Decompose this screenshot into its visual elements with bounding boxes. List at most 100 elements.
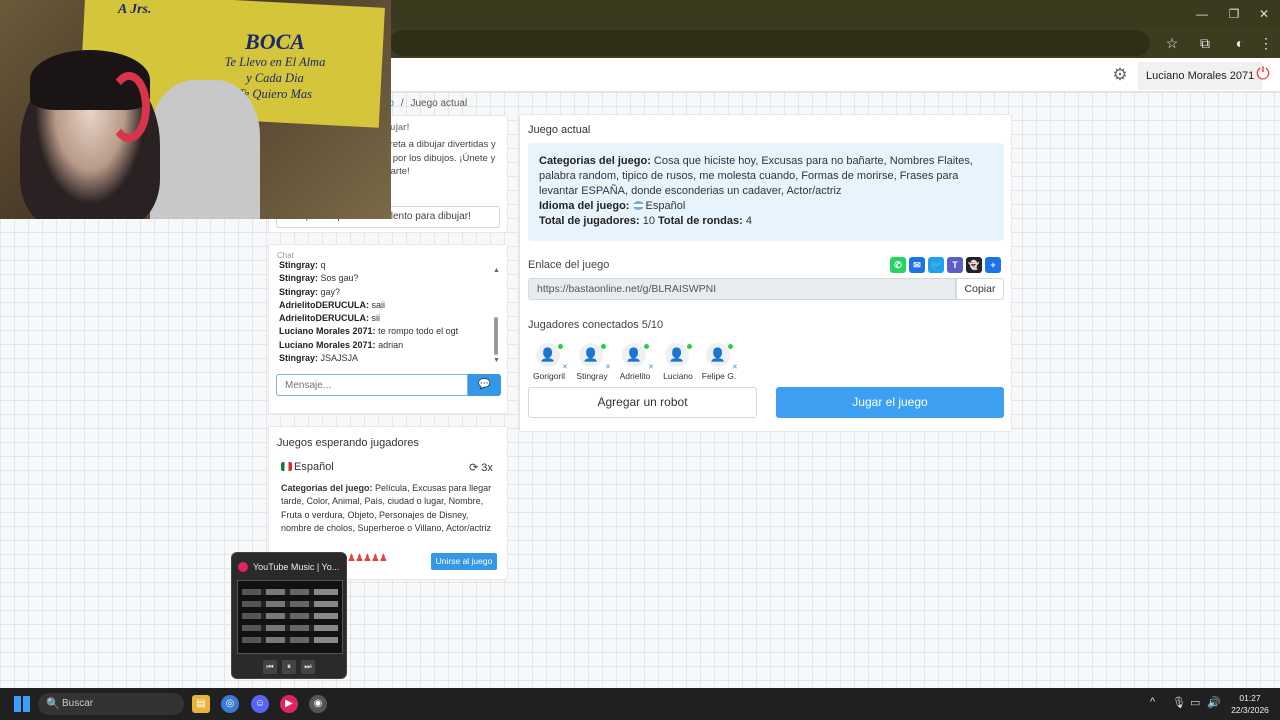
kick-player-icon[interactable]: ✕: [732, 363, 738, 371]
online-status-dot: [558, 344, 563, 349]
chat-message: AdrielitoDERUCULA: sii: [279, 313, 381, 324]
player-card: 👤 ✕ Gorigoril: [528, 343, 570, 383]
player-name: Felipe G.: [701, 371, 737, 381]
player-card: 👤 ✕ Stingray: [571, 343, 613, 383]
browser-menu-icon[interactable]: ⋮: [1256, 33, 1276, 53]
windows-taskbar: 🔍 Buscar ▤ ◎ ☺ ▶ ◉ ^ 🎙 ▭ 🔊 01:27 22/3/20…: [0, 688, 1280, 720]
minimize-icon[interactable]: —: [1192, 6, 1212, 22]
thumbnail-row: [242, 613, 338, 619]
messenger-share-icon[interactable]: ✉: [909, 257, 925, 273]
player-slots-icons: ♟♟♟♟♟: [347, 553, 388, 564]
chat-scrollbar[interactable]: ▲ ▼: [493, 267, 500, 367]
chat-message: Luciano Morales 2071: te rompo todo el o…: [279, 326, 459, 337]
display-icon[interactable]: ▭: [1190, 696, 1200, 709]
volume-icon[interactable]: 🔊: [1207, 696, 1221, 709]
taskbar-search[interactable]: 🔍 Buscar: [38, 693, 184, 715]
player-name: Luciano: [663, 371, 693, 381]
chat-message: Stingray: Sos gau?: [279, 273, 359, 284]
chrome-icon[interactable]: ◎: [221, 695, 239, 713]
chat-message: Stingray: gay?: [279, 286, 341, 297]
thumbnail-row: [242, 625, 338, 631]
whatsapp-share-icon[interactable]: ✆: [890, 257, 906, 273]
game-language: Español: [281, 461, 334, 473]
extensions-icon[interactable]: ⧉: [1195, 33, 1215, 53]
play-game-button[interactable]: Jugar el juego: [776, 387, 1004, 418]
pause-icon[interactable]: ⏸: [282, 660, 296, 674]
connected-players-label: Jugadores conectados 5/10: [528, 319, 664, 331]
chat-log: Stingray: q Stingray: Sos gau? Stingray:…: [279, 259, 489, 365]
join-game-button[interactable]: Unirse al juego: [431, 553, 497, 570]
online-status-dot: [728, 344, 733, 349]
settings-gear-icon[interactable]: ⚙: [1110, 65, 1130, 85]
address-bar[interactable]: [390, 30, 1150, 56]
snapchat-share-icon[interactable]: 👻: [966, 257, 982, 273]
kick-player-icon[interactable]: ✕: [605, 363, 611, 371]
chat-message-input[interactable]: [276, 374, 468, 396]
breadcrumb: evo / Juego actual: [378, 98, 467, 109]
game-link-field[interactable]: [528, 278, 956, 300]
player-card: 👤 Luciano: [657, 343, 699, 383]
kick-player-icon[interactable]: ✕: [562, 363, 568, 371]
scroll-thumb[interactable]: [494, 317, 498, 355]
online-status-dot: [687, 344, 692, 349]
close-icon[interactable]: ✕: [1254, 6, 1274, 22]
mexico-flag-icon: [281, 462, 292, 471]
search-icon: 🔍: [46, 698, 60, 710]
youtube-music-icon: [238, 562, 248, 572]
current-game-title: Juego actual: [528, 124, 591, 136]
obs-icon[interactable]: ◉: [309, 695, 327, 713]
rounds-cycle-icon: ⟳: [469, 462, 479, 474]
file-explorer-icon[interactable]: ▤: [192, 695, 210, 713]
youtube-music-preview[interactable]: YouTube Music | Yo... ⏮ ⏸ ⏭: [231, 552, 347, 679]
youtube-thumbnail: [237, 580, 343, 654]
logout-power-icon[interactable]: ⏻: [1253, 64, 1273, 84]
youtube-music-taskbar-icon[interactable]: ▶: [280, 695, 298, 713]
chat-message: Luciano Morales 2071: adrian: [279, 339, 404, 350]
user-name-button[interactable]: Luciano Morales 2071: [1138, 62, 1263, 90]
youtube-window-title: YouTube Music | Yo...: [253, 562, 340, 572]
user-avatar-icon: 👤: [706, 343, 730, 367]
add-robot-button[interactable]: Agregar un robot: [528, 387, 757, 418]
next-track-icon[interactable]: ⏭: [301, 660, 315, 674]
tray-chevron-icon[interactable]: ^: [1150, 696, 1155, 708]
kick-player-icon[interactable]: ✕: [648, 363, 654, 371]
player-name: Gorigoril: [532, 371, 566, 381]
game-language-value: Español: [645, 200, 686, 212]
taskbar-clock[interactable]: 01:27 22/3/2026: [1228, 692, 1272, 716]
online-status-dot: [644, 344, 649, 349]
copy-link-button[interactable]: Copiar: [956, 278, 1004, 300]
waiting-games-title: Juegos esperando jugadores: [277, 437, 419, 449]
discord-icon[interactable]: ☺: [251, 695, 269, 713]
host-avatar-icon: 👤: [665, 343, 689, 367]
previous-track-icon[interactable]: ⏮: [263, 660, 277, 674]
game-info-box: Categorias del juego: Cosa que hiciste h…: [528, 143, 1004, 241]
windows-start-icon[interactable]: [14, 696, 30, 712]
scroll-up-arrow-icon[interactable]: ▲: [493, 267, 500, 274]
thumbnail-row: [242, 637, 338, 643]
bookmark-star-icon[interactable]: ☆: [1162, 33, 1182, 53]
twitter-share-icon[interactable]: 🐦: [928, 257, 944, 273]
headphones: [108, 72, 150, 142]
player-name: Stingray: [576, 371, 608, 381]
argentina-flag-icon: [632, 201, 644, 210]
chat-send-button[interactable]: 💬: [468, 374, 501, 396]
user-avatar-icon: 👤: [622, 343, 646, 367]
restore-icon[interactable]: ❐: [1224, 6, 1244, 22]
speech-bubble-icon: 💬: [478, 379, 491, 390]
players-total: 10: [642, 215, 655, 227]
player-name: Adrielito: [619, 371, 651, 381]
microphone-icon[interactable]: 🎙: [1172, 696, 1186, 709]
thumbnail-row: [242, 589, 338, 595]
webcam-overlay: A Jrs. BOCA Te Llevo en El Alma y Cada D…: [0, 0, 391, 219]
more-share-icon[interactable]: +: [985, 257, 1001, 273]
scroll-down-arrow-icon[interactable]: ▼: [493, 357, 500, 364]
game-rounds: ⟳ 3x: [469, 462, 493, 474]
user-avatar-icon: 👤: [579, 343, 603, 367]
user-avatar-icon: 👤: [536, 343, 560, 367]
profile-icon[interactable]: ◐: [1230, 33, 1250, 53]
breadcrumb-separator: /: [400, 98, 404, 109]
teams-share-icon[interactable]: T: [947, 257, 963, 273]
thumbnail-row: [242, 601, 338, 607]
chat-message: Stingray: q: [279, 260, 326, 270]
player-card: 👤 ✕ Felipe G.: [698, 343, 740, 383]
